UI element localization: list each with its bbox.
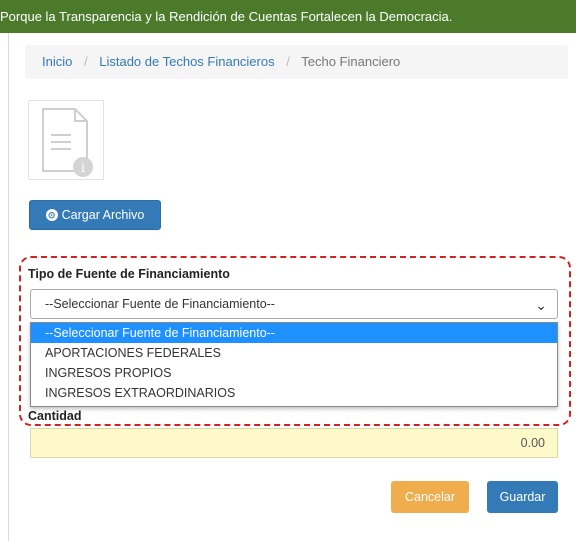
- funding-type-dropdown: --Seleccionar Fuente de Financiamiento--…: [30, 322, 558, 407]
- left-divider: [8, 33, 9, 541]
- breadcrumb-link-listado[interactable]: Listado de Techos Financieros: [99, 54, 274, 69]
- breadcrumb-current: Techo Financiero: [301, 54, 401, 69]
- upload-button-label: Cargar Archivo: [61, 208, 145, 222]
- select-current-value: --Seleccionar Fuente de Financiamiento--: [45, 297, 275, 311]
- breadcrumb-link-inicio[interactable]: Inicio: [42, 54, 72, 69]
- top-banner: Porque la Transparencia y la Rendición d…: [0, 0, 576, 33]
- funding-type-label: Tipo de Fuente de Financiamiento: [28, 267, 230, 281]
- upload-file-button[interactable]: ⊙ Cargar Archivo: [29, 200, 161, 230]
- document-thumbnail[interactable]: i: [28, 100, 104, 180]
- dropdown-option[interactable]: INGRESOS PROPIOS: [31, 363, 557, 383]
- amount-input[interactable]: 0.00: [30, 428, 558, 458]
- amount-label: Cantidad: [28, 409, 82, 423]
- funding-type-select[interactable]: --Seleccionar Fuente de Financiamiento--…: [30, 289, 558, 319]
- save-button[interactable]: Guardar: [487, 481, 558, 513]
- upload-circle-icon: ⊙: [45, 209, 58, 221]
- svg-text:i: i: [81, 161, 85, 176]
- breadcrumb: Inicio / Listado de Techos Financieros /…: [25, 45, 568, 79]
- cancel-button[interactable]: Cancelar: [391, 481, 469, 513]
- dropdown-option[interactable]: --Seleccionar Fuente de Financiamiento--: [31, 323, 557, 343]
- breadcrumb-separator: /: [286, 54, 290, 69]
- breadcrumb-separator: /: [83, 54, 88, 69]
- banner-text: Porque la Transparencia y la Rendición d…: [0, 9, 453, 24]
- dropdown-option[interactable]: APORTACIONES FEDERALES: [31, 343, 557, 363]
- dropdown-option[interactable]: INGRESOS EXTRAORDINARIOS: [31, 383, 557, 403]
- document-info-icon: i: [42, 108, 93, 177]
- chevron-down-icon: ⌄: [535, 297, 547, 313]
